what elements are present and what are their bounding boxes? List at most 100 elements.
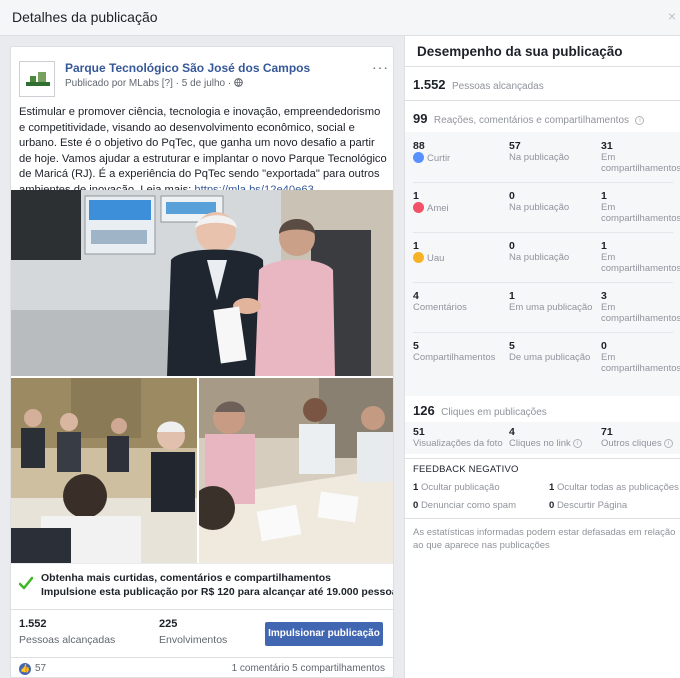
- photo-views-label: Visualizações da foto: [413, 438, 503, 449]
- reaction-share-label: Em compartilhamentos: [601, 202, 680, 224]
- negative-item[interactable]: 1 Ocultar todas as publicações: [549, 482, 679, 493]
- negative-item[interactable]: 0 Denunciar como spam: [413, 500, 516, 511]
- post-body: Estimular e promover ciência, tecnologia…: [19, 106, 387, 196]
- reaction-label: Uau: [427, 253, 445, 264]
- negative-item[interactable]: 1 Ocultar publicação: [413, 482, 500, 493]
- reach-count: 1.552: [19, 618, 47, 630]
- like-count[interactable]: 57: [35, 663, 46, 674]
- handshake-photo: [11, 190, 393, 376]
- reaction-total: 4: [413, 290, 419, 302]
- reaction-post-value: 1: [509, 290, 515, 302]
- reaction-share-label: Em compartilhamentos: [601, 302, 680, 324]
- reaction-row-like: 88 Curtir 57 Na publicação 31 Em compart…: [405, 140, 680, 192]
- divider: [405, 458, 680, 459]
- reaction-post-label: Em uma publicação: [509, 302, 593, 313]
- like-icon: [413, 152, 424, 163]
- reaction-share-value: 3: [601, 290, 607, 302]
- other-clicks-label: Outros cliques: [601, 438, 662, 449]
- reaction-share-value: 1: [601, 190, 607, 202]
- page-avatar[interactable]: [19, 61, 55, 97]
- reaction-post-label: Na publicação: [509, 252, 570, 263]
- like-icon: 👍: [19, 663, 31, 675]
- reaction-share-label: Em compartilhamentos: [601, 352, 680, 374]
- comments-shares-link[interactable]: 1 comentário 5 compartilhamentos: [232, 663, 385, 674]
- reaction-label: Compartilhamentos: [413, 352, 496, 363]
- reactions-bar: 👍 57 1 comentário 5 compartilhamentos: [11, 657, 393, 677]
- post-header: Parque Tecnológico São José dos Campos P…: [19, 59, 389, 99]
- close-icon[interactable]: ×: [668, 8, 676, 24]
- clicks-row: 126 Cliques em publicações: [413, 402, 547, 420]
- reaction-share-value: 31: [601, 140, 613, 152]
- clicks-label: Cliques em publicações: [441, 407, 547, 418]
- dialog-title: Detalhes da publicação: [12, 9, 158, 25]
- more-options-icon[interactable]: ···: [372, 59, 389, 75]
- reactions-value: 99: [413, 111, 428, 126]
- wow-icon: [413, 252, 424, 263]
- divider: [413, 182, 673, 183]
- reaction-row-love: 1 Amei 0 Na publicação 1 Em compartilham…: [405, 190, 680, 242]
- post-meta: Publicado por MLabs [?] · 5 de julho ·: [65, 78, 243, 89]
- promo-headline: Obtenha mais curtidas, comentários e com…: [41, 572, 331, 584]
- divider: [413, 332, 673, 333]
- reaction-total: 5: [413, 340, 419, 352]
- info-icon[interactable]: i: [635, 116, 645, 125]
- reaction-post-value: 5: [509, 340, 515, 352]
- info-icon[interactable]: i: [663, 439, 673, 448]
- reaction-share-label: Em compartilhamentos: [601, 252, 680, 274]
- reactions-label: Reações, comentários e compartilhamentos: [433, 115, 630, 126]
- globe-icon: [234, 78, 243, 87]
- divider: [413, 282, 673, 283]
- reach-row: 1.552 Pessoas alcançadas: [413, 76, 544, 94]
- negative-item[interactable]: 0 Descurtir Página: [549, 500, 627, 511]
- post-text: Estimular e promover ciência, tecnologia…: [19, 105, 389, 198]
- reaction-label: Curtir: [427, 153, 451, 164]
- info-icon[interactable]: i: [572, 439, 582, 448]
- meeting-photo-1: [11, 378, 197, 563]
- divider: [405, 66, 680, 67]
- reaction-row-shares: 5 Compartilhamentos 5 De uma publicação …: [405, 340, 680, 392]
- meeting-photo-2: [199, 378, 393, 563]
- boost-promo: Obtenha mais curtidas, comentários e com…: [11, 563, 393, 605]
- reactions-row: 99 Reações, comentários e compartilhamen…: [413, 110, 645, 128]
- divider: [405, 518, 680, 519]
- link-clicks-label: Cliques no link: [509, 438, 571, 449]
- post-performance-pane: Desempenho da sua publicação 1.552 Pesso…: [404, 36, 680, 678]
- check-icon: [19, 576, 33, 590]
- promo-detail: Impulsione esta publicação por R$ 120 pa…: [41, 586, 394, 598]
- reaction-post-value: 57: [509, 140, 521, 152]
- reaction-post-value: 0: [509, 190, 515, 202]
- divider: [413, 232, 673, 233]
- other-clicks-value: 71: [601, 426, 613, 438]
- post-card: Parque Tecnológico São José dos Campos P…: [10, 46, 394, 678]
- photo-views-value: 51: [413, 426, 425, 438]
- reaction-post-label: Na publicação: [509, 152, 570, 163]
- post-photo-main[interactable]: [11, 190, 393, 376]
- reaction-post-label: De uma publicação: [509, 352, 591, 363]
- reaction-row-wow: 1 Uau 0 Na publicação 1 Em compartilhame…: [405, 240, 680, 292]
- engagement-label: Envolvimentos: [159, 634, 228, 646]
- boost-post-button[interactable]: Impulsionar publicação: [265, 622, 383, 646]
- reaction-share-value: 1: [601, 240, 607, 252]
- post-summary-stats: 1.552 Pessoas alcançadas 225 Envolviment…: [11, 609, 393, 655]
- reaction-post-value: 0: [509, 240, 515, 252]
- performance-title: Desempenho da sua publicação: [417, 44, 623, 59]
- link-clicks-value: 4: [509, 426, 515, 438]
- love-icon: [413, 202, 424, 213]
- reaction-share-value: 0: [601, 340, 607, 352]
- clicks-breakdown: 51 Visualizações da foto 4 Cliques no li…: [405, 422, 680, 454]
- dialog-titlebar: Detalhes da publicação ×: [0, 0, 680, 36]
- reach-label: Pessoas alcançadas: [452, 81, 544, 92]
- reaction-total: 1: [413, 240, 419, 252]
- reactions-breakdown: 88 Curtir 57 Na publicação 31 Em compart…: [405, 132, 680, 396]
- divider: [405, 100, 680, 101]
- page-name-link[interactable]: Parque Tecnológico São José dos Campos: [65, 61, 310, 75]
- engagement-count: 225: [159, 618, 178, 630]
- reaction-row-comments: 4 Comentários 1 Em uma publicação 3 Em c…: [405, 290, 680, 342]
- reaction-post-label: Na publicação: [509, 202, 570, 213]
- clicks-value: 126: [413, 403, 435, 418]
- post-photo-meeting-1[interactable]: [11, 378, 197, 563]
- reaction-share-label: Em compartilhamentos: [601, 152, 680, 174]
- reaction-label: Amei: [427, 203, 449, 214]
- post-photo-meeting-2[interactable]: [199, 378, 393, 563]
- post-preview-pane: Parque Tecnológico São José dos Campos P…: [0, 36, 404, 678]
